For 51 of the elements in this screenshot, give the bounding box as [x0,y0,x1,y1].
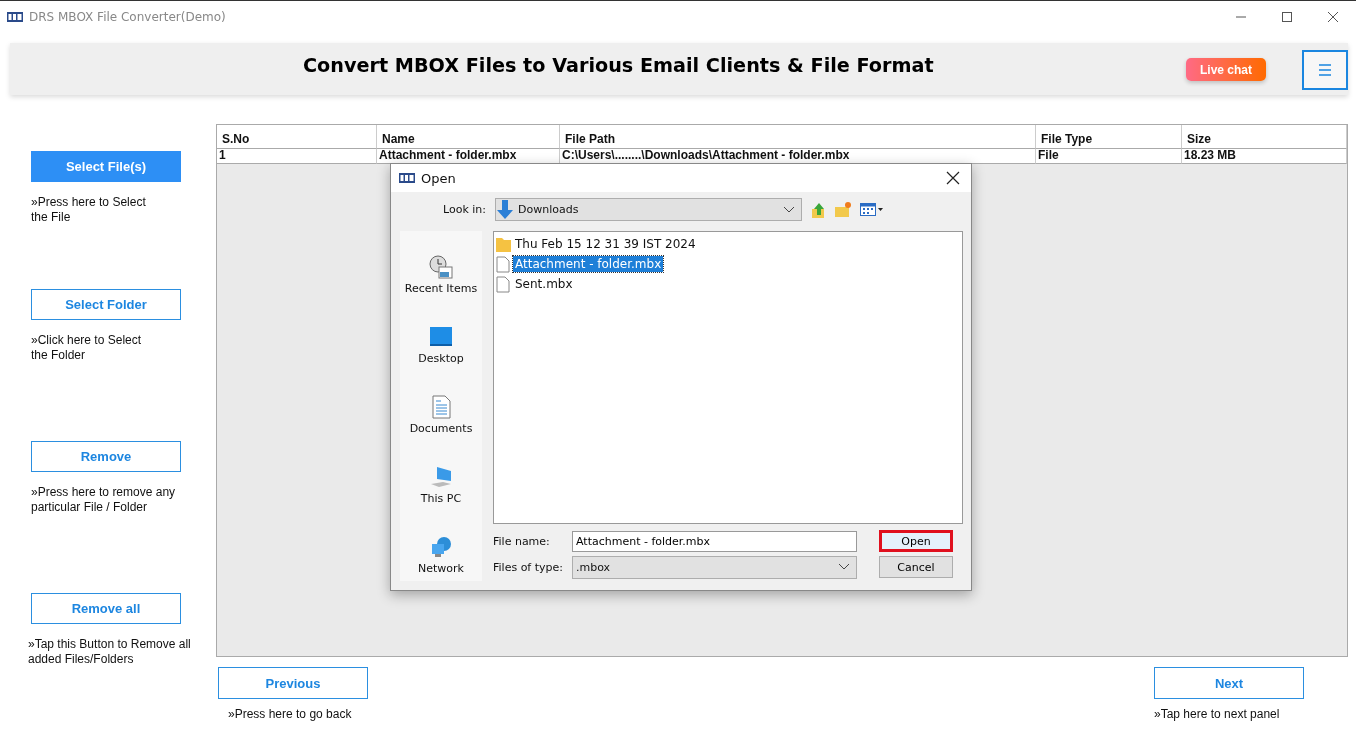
look-in-dropdown[interactable]: Downloads [495,198,802,221]
file-item[interactable]: Sent.mbx [513,276,575,292]
new-folder-icon[interactable] [834,201,852,218]
field-label: Look in: [442,203,486,216]
table-cell: 1 [217,149,377,164]
chevron-icon [783,205,795,214]
field-label: Files of type: [493,560,564,574]
down-arrow-icon [496,200,514,219]
chevron-icon [838,563,850,571]
place-item[interactable]: Network [418,511,464,581]
documents-icon [429,395,453,419]
table-cell: File [1036,149,1182,164]
app-logo-icon [7,11,23,22]
recent-icon [429,255,453,279]
window-title: DRS MBOX File Converter(Demo) [29,9,226,24]
file-name-field[interactable]: Attachment - folder.mbx [572,530,857,552]
hint-text: »Tap here to next panel [1154,707,1281,721]
place-item[interactable]: This PC [420,441,462,511]
dialog-title: Open [421,170,456,186]
next-button[interactable]: Next [1154,667,1304,699]
place-item[interactable]: Recent Items [404,231,478,301]
desktop-icon [429,325,453,349]
hint-text: »Press here to Select the File [31,195,147,225]
menu-icon [1319,64,1331,76]
hint-text: »Press here to remove any particular File / Folder [31,485,177,515]
previous-button[interactable]: Previous [218,667,368,699]
hint-text: »Click here to Select the Folder [31,333,143,363]
network-icon [429,535,453,559]
file-item[interactable]: Thu Feb 15 12 31 39 IST 2024 [513,236,698,252]
table-cell: 18.23 MB [1182,149,1347,164]
close-icon [946,171,960,185]
action-button[interactable]: Select Folder [31,289,181,320]
folder-icon [495,235,511,253]
place-item[interactable]: Documents [409,371,473,441]
file-type-dropdown[interactable]: .mbox [572,555,857,579]
header-title: Convert MBOX Files to Various Email Clients & File Format [303,53,934,77]
open-button[interactable]: Open [879,530,953,552]
maximize-icon [1282,11,1292,22]
place-item[interactable]: Desktop [418,301,464,371]
field-label: File name: [493,534,551,548]
action-button[interactable]: Remove [31,441,181,472]
pc-icon [429,465,453,489]
view-menu-icon[interactable] [860,201,883,218]
hint-text: »Press here to go back [228,707,353,721]
app-logo-icon [399,173,415,183]
hint-text: »Tap this Button to Remove all added Files/Folders [28,637,192,667]
close-icon [1328,11,1338,22]
menu-button[interactable] [1302,50,1348,90]
cancel-button[interactable]: Cancel [879,556,953,578]
action-button[interactable]: Remove all [31,593,181,624]
file-item[interactable]: Attachment - folder.mbx [513,256,664,272]
